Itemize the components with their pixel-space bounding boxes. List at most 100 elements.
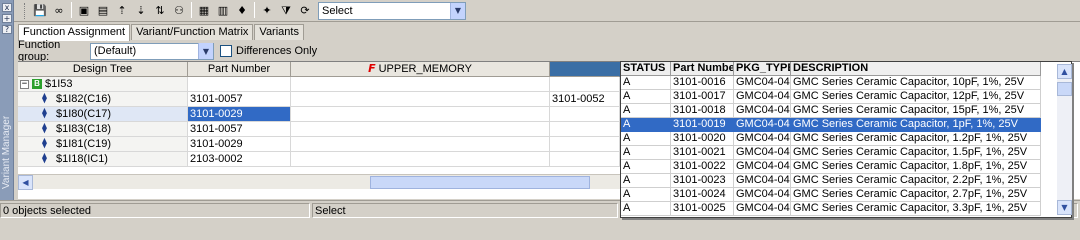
table-icon[interactable]: ▦ [195,2,213,20]
popup-vertical-scrollbar[interactable]: ▲ ▼ [1057,64,1072,215]
scroll-left-icon[interactable]: ◀ [18,175,33,190]
popup-cell-part-number: 3101-0016 [671,76,734,90]
popup-cell-status: A [621,118,671,132]
list-item[interactable]: A3101-0016GMC04-0402GMC Series Ceramic C… [621,76,1041,90]
brush-icon[interactable]: ♦ [233,2,251,20]
list-item[interactable]: A3101-0023GMC04-0402GMC Series Ceramic C… [621,174,1041,188]
popup-cell-part-number: 3101-0024 [671,188,734,202]
select-mode-dropdown[interactable]: Select ▼ [318,1,466,20]
variant-icon[interactable]: ▣ [75,2,93,20]
list-item[interactable]: A3101-0022GMC04-0402GMC Series Ceramic C… [621,160,1041,174]
cell-part-number[interactable]: 3101-0029 [188,107,291,122]
differences-only-checkbox[interactable] [220,45,232,57]
upload-icon[interactable]: ⇡ [113,2,131,20]
cell-design-tree[interactable]: ⧫ $1I81(C19) [18,137,188,152]
list-item[interactable]: A3101-0021GMC04-0402GMC Series Ceramic C… [621,146,1041,160]
column-header-extra[interactable] [550,62,620,77]
list-item[interactable]: A3101-0018GMC04-0402GMC Series Ceramic C… [621,104,1041,118]
list-item[interactable]: A3101-0024GMC04-0402GMC Series Ceramic C… [621,188,1041,202]
scrollbar-thumb[interactable] [1057,82,1072,96]
popup-cell-description: GMC Series Ceramic Capacitor, 1.2pF, 1%,… [791,132,1041,146]
pin-panel-button[interactable]: + [2,14,12,23]
save-icon[interactable]: 💾 [31,2,49,20]
toolbar-separator [191,1,192,18]
cell-part-number[interactable]: 3101-0029 [188,137,291,152]
popup-cell-description: GMC Series Ceramic Capacitor, 1pF, 1%, 2… [791,118,1041,132]
wand-icon[interactable]: ✦ [258,2,276,20]
toolbar-grip[interactable] [24,2,27,19]
download-icon[interactable]: ⇣ [132,2,150,20]
popup-cell-status: A [621,160,671,174]
popup-cell-description: GMC Series Ceramic Capacitor, 15pF, 1%, … [791,104,1041,118]
scroll-up-icon[interactable]: ▲ [1057,64,1072,79]
column-header-design-tree[interactable]: Design Tree [18,62,188,77]
part-number-popup[interactable]: STATUS Part Number PKG_TYPE DESCRIPTION … [620,61,1072,218]
cell-upper-memory[interactable] [291,152,550,167]
column-header-upper-memory[interactable]: F UPPER_MEMORY [291,62,550,77]
cell-extra[interactable]: 3101-0052 [550,92,620,107]
cell-upper-memory[interactable] [291,107,550,122]
tab-variant-function-matrix[interactable]: Variant/Function Matrix [131,24,254,40]
popup-header-description[interactable]: DESCRIPTION [791,62,1041,76]
document-icon[interactable]: ▤ [94,2,112,20]
component-icon: ⧫ [42,123,47,135]
cell-part-number[interactable]: 2103-0002 [188,152,291,167]
cell-design-tree[interactable]: ⧫ $1I18(IC1) [18,152,188,167]
popup-cell-part-number: 3101-0020 [671,132,734,146]
popup-cell-status: A [621,132,671,146]
cell-part-number[interactable] [188,77,291,92]
users-icon[interactable]: ⚇ [170,2,188,20]
popup-cell-part-number: 3101-0025 [671,202,734,216]
scroll-down-icon[interactable]: ▼ [1057,200,1072,215]
cell-design-tree[interactable]: ⧫ $1I82(C16) [18,92,188,107]
popup-cell-pkg-type: GMC04-0402 [734,174,791,188]
refresh-icon[interactable]: ⟳ [296,2,314,20]
cell-extra[interactable] [550,137,620,152]
component-icon: ⧫ [42,138,47,150]
popup-cell-part-number: 3101-0023 [671,174,734,188]
chevron-down-icon[interactable]: ▼ [198,43,213,59]
popup-cell-pkg-type: GMC04-0402 [734,160,791,174]
cell-upper-memory[interactable] [291,122,550,137]
assign-icon[interactable]: ⇅ [151,2,169,20]
cell-part-number[interactable]: 3101-0057 [188,92,291,107]
component-icon: ⧫ [42,108,47,120]
scrollbar-thumb[interactable] [370,176,590,189]
cell-extra[interactable] [550,107,620,122]
popup-header-pkg-type[interactable]: PKG_TYPE [734,62,791,76]
list-item[interactable]: A3101-0017GMC04-0402GMC Series Ceramic C… [621,90,1041,104]
popup-header-part-number[interactable]: Part Number [671,62,734,76]
popup-header-status[interactable]: STATUS [621,62,671,76]
tab-variants[interactable]: Variants [254,24,304,40]
popup-cell-status: A [621,146,671,160]
list-item[interactable]: A3101-0025GMC04-0402GMC Series Ceramic C… [621,202,1041,216]
link-icon[interactable]: ∞ [50,2,68,20]
popup-cell-pkg-type: GMC04-0402 [734,146,791,160]
filter-icon[interactable]: ⧩ [277,2,295,20]
collapse-icon[interactable]: − [20,79,29,89]
cell-upper-memory[interactable] [291,137,550,152]
popup-cell-status: A [621,104,671,118]
cell-upper-memory[interactable] [291,92,550,107]
cell-design-tree[interactable]: ⧫ $1I83(C18) [18,122,188,137]
cell-design-tree[interactable]: ⧫ $1I80(C17) [18,107,188,122]
popup-cell-description: GMC Series Ceramic Capacitor, 2.2pF, 1%,… [791,174,1041,188]
cell-extra[interactable] [550,152,620,167]
popup-cell-pkg-type: GMC04-0402 [734,118,791,132]
cell-part-number[interactable]: 3101-0057 [188,122,291,137]
list-item[interactable]: A3101-0019GMC04-0402GMC Series Ceramic C… [621,118,1041,132]
close-panel-button[interactable]: x [2,3,12,12]
help-panel-button[interactable]: ? [2,25,12,34]
cell-design-tree[interactable]: − B $1I53 [18,77,188,92]
column-header-part-number[interactable]: Part Number [188,62,291,77]
cell-extra[interactable] [550,77,620,92]
grid-icon[interactable]: ▥ [214,2,232,20]
cell-extra[interactable] [550,122,620,137]
horizontal-scrollbar[interactable]: ◀ [18,174,620,190]
function-group-dropdown[interactable]: (Default) ▼ [90,42,214,60]
cell-upper-memory[interactable] [291,77,550,92]
design-tree-label: $1I53 [45,78,73,90]
popup-cell-description: GMC Series Ceramic Capacitor, 10pF, 1%, … [791,76,1041,90]
chevron-down-icon[interactable]: ▼ [450,2,465,19]
list-item[interactable]: A3101-0020GMC04-0402GMC Series Ceramic C… [621,132,1041,146]
